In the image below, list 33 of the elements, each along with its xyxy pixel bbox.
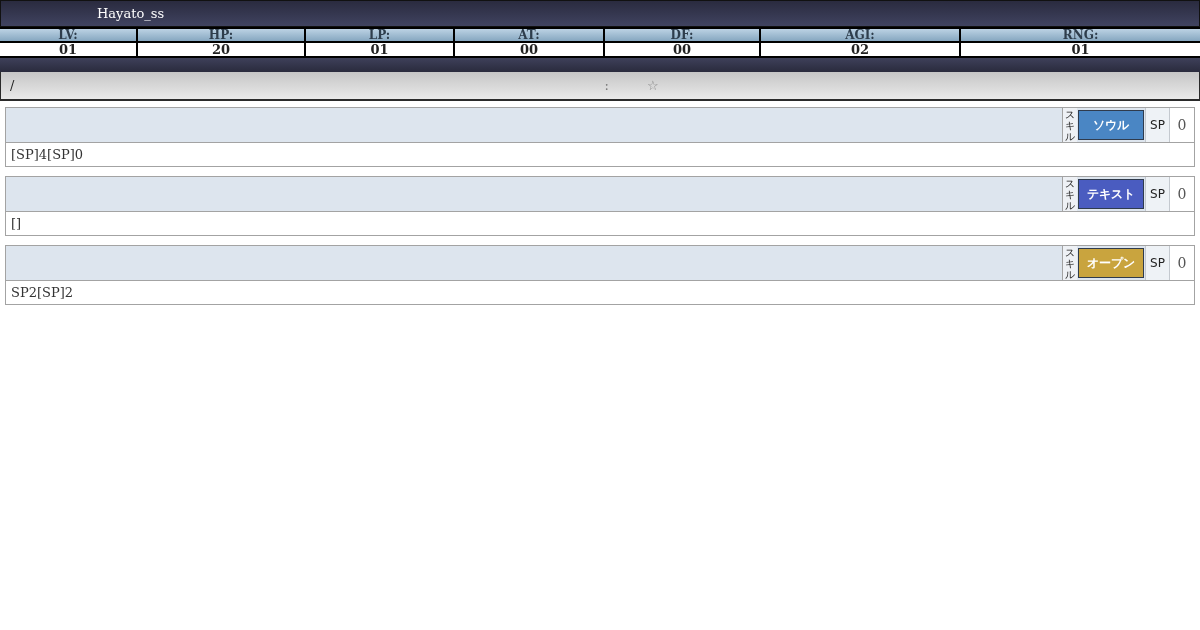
sp-label: SP	[1145, 177, 1169, 211]
skill-type-button[interactable]: オープン	[1078, 248, 1144, 278]
stat-label: AT:	[455, 29, 603, 41]
skill-description: [SP]4[SP]0	[11, 145, 84, 164]
skill-type-button[interactable]: ソウル	[1078, 110, 1144, 140]
skill-label: スキル	[1065, 108, 1075, 142]
sp-value: 0	[1169, 177, 1194, 211]
stat-label: RNG:	[961, 29, 1200, 41]
stat-value: 20	[138, 41, 304, 56]
stat-label: DF:	[605, 29, 759, 41]
stat-label: HP:	[138, 29, 304, 41]
skill-description: SP2[SP]2	[11, 283, 73, 302]
skill-label: スキル	[1065, 177, 1075, 211]
slash-text: /	[10, 76, 15, 95]
sp-label: SP	[1145, 108, 1169, 142]
skill-type-button[interactable]: テキスト	[1078, 179, 1144, 209]
stat-value: 00	[455, 41, 603, 56]
stat-value: 01	[306, 41, 453, 56]
stat-value: 01	[0, 41, 136, 56]
stat-label: LV:	[0, 29, 136, 41]
star-text: ☆	[646, 76, 659, 95]
skill-description: []	[11, 214, 22, 233]
stat-value: 00	[605, 41, 759, 56]
stat-label: AGI:	[761, 29, 959, 41]
colon-text: :	[604, 76, 609, 95]
character-name: Hayato_ss	[97, 4, 165, 23]
stat-value: 02	[761, 41, 959, 56]
stat-label: LP:	[306, 29, 453, 41]
skill-label: スキル	[1065, 246, 1075, 280]
sp-value: 0	[1169, 108, 1194, 142]
sp-value: 0	[1169, 246, 1194, 280]
stat-value: 01	[961, 41, 1200, 56]
sp-label: SP	[1145, 246, 1169, 280]
